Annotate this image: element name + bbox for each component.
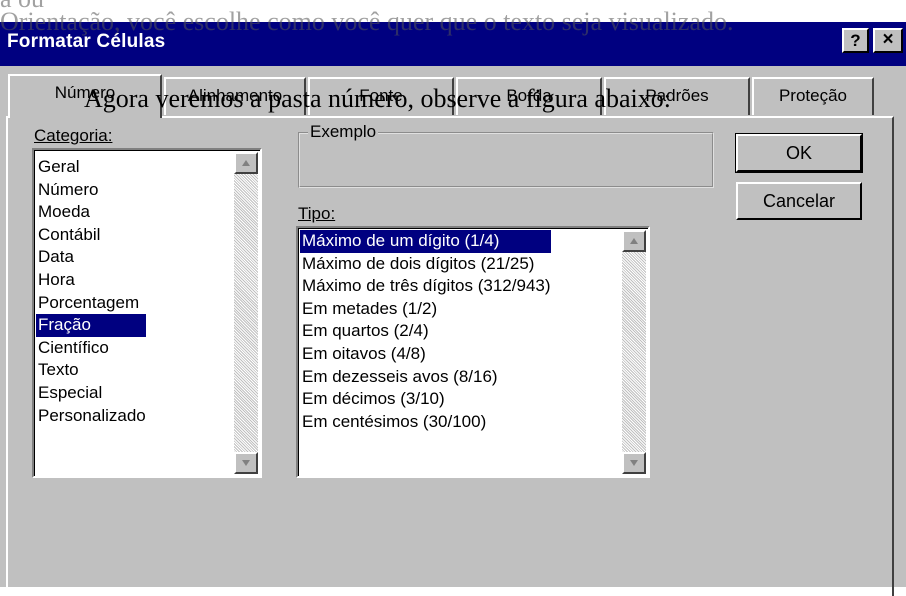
arrow-down-icon	[242, 460, 250, 466]
scroll-down-button[interactable]	[234, 452, 258, 474]
example-label: Exemplo	[308, 122, 379, 142]
list-item[interactable]: Máximo de dois dígitos (21/25)	[300, 253, 551, 276]
type-listbox[interactable]: Máximo de um dígito (1/4) Máximo de dois …	[296, 226, 650, 478]
list-item[interactable]: Máximo de três dígitos (312/943)	[300, 275, 551, 298]
help-button[interactable]: ?	[842, 28, 869, 53]
list-item[interactable]: Fração	[36, 314, 146, 337]
scroll-up-button[interactable]	[622, 230, 646, 252]
list-item[interactable]: Em oitavos (4/8)	[300, 343, 551, 366]
type-label-text: Tipo:	[298, 204, 336, 223]
category-label-text: Categoria:	[34, 126, 113, 145]
page-caption: Agora veremos a pasta número, observe a …	[84, 84, 671, 113]
list-item[interactable]: Número	[36, 179, 146, 202]
list-item[interactable]: Data	[36, 246, 146, 269]
list-item[interactable]: Hora	[36, 269, 146, 292]
cancel-button[interactable]: Cancelar	[736, 182, 862, 220]
list-item[interactable]: Especial	[36, 382, 146, 405]
list-item[interactable]: Máximo de um dígito (1/4)	[300, 230, 551, 253]
tab-protecao[interactable]: Proteção	[752, 77, 874, 115]
category-list: Geral Número Moeda Contábil Data Hora Porcenta…	[36, 156, 146, 427]
type-scrollbar[interactable]	[622, 230, 646, 474]
arrow-down-icon	[630, 460, 638, 466]
type-label: Tipo:	[298, 204, 335, 224]
type-list: Máximo de um dígito (1/4) Máximo de dois …	[300, 230, 551, 433]
category-label: Categoria:	[34, 126, 112, 146]
category-listbox[interactable]: Geral Número Moeda Contábil Data Hora Porcenta…	[32, 148, 262, 478]
scroll-up-button[interactable]	[234, 152, 258, 174]
list-item[interactable]: Texto	[36, 359, 146, 382]
list-item[interactable]: Contábil	[36, 224, 146, 247]
ok-button[interactable]: OK	[735, 133, 863, 173]
arrow-up-icon	[242, 160, 250, 166]
list-item[interactable]: Porcentagem	[36, 292, 146, 315]
scroll-down-button[interactable]	[622, 452, 646, 474]
page-text-top: Orientação, você escolhe como você quer …	[0, 7, 734, 36]
example-groupbox: Exemplo	[298, 122, 714, 188]
arrow-up-icon	[630, 238, 638, 244]
list-item[interactable]: Moeda	[36, 201, 146, 224]
close-button[interactable]: ×	[873, 28, 903, 53]
list-item[interactable]: Em quartos (2/4)	[300, 320, 551, 343]
list-item[interactable]: Científico	[36, 337, 146, 360]
list-item[interactable]: Geral	[36, 156, 146, 179]
category-scrollbar[interactable]	[234, 152, 258, 474]
list-item[interactable]: Personalizado	[36, 405, 146, 428]
list-item[interactable]: Em dezesseis avos (8/16)	[300, 366, 551, 389]
list-item[interactable]: Em metades (1/2)	[300, 298, 551, 321]
list-item[interactable]: Em décimos (3/10)	[300, 388, 551, 411]
list-item[interactable]: Em centésimos (30/100)	[300, 411, 551, 434]
